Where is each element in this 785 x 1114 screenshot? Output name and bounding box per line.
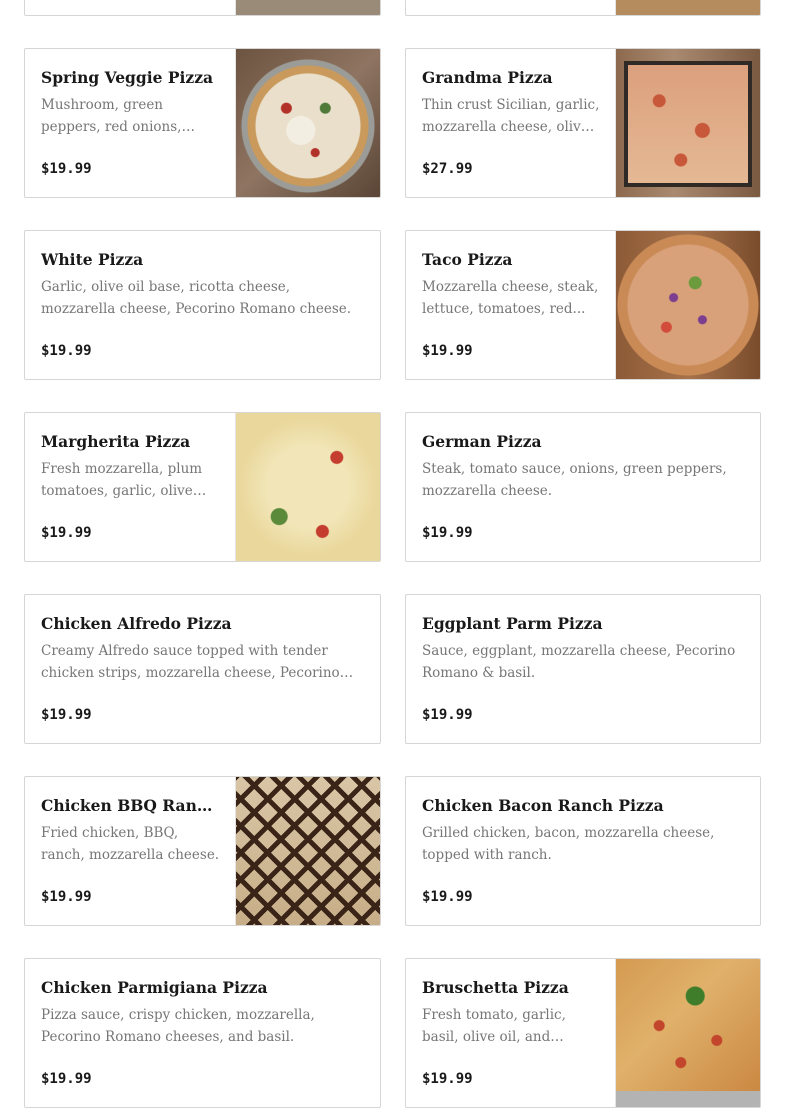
menu-item-margherita-pizza[interactable]: Margherita Pizza Fresh mozzarella, plum …	[24, 412, 381, 562]
item-description: Fresh tomato, garlic, basil, olive oil, …	[422, 1007, 566, 1045]
menu-item-card-partial[interactable]	[405, 0, 761, 16]
item-price: $19.99	[41, 343, 92, 359]
menu-item-eggplant-parm-pizza[interactable]: Eggplant Parm Pizza Sauce, eggplant, moz…	[405, 594, 761, 744]
menu-item-german-pizza[interactable]: German Pizza Steak, tomato sauce, onions…	[405, 412, 761, 562]
item-description: Garlic, olive oil base, ricotta cheese, …	[41, 279, 352, 317]
menu-item-card-partial[interactable]	[24, 0, 381, 16]
pizza-photo	[615, 0, 760, 15]
item-price: $27.99	[422, 161, 473, 177]
item-name: White Pizza	[41, 250, 144, 269]
menu-item-chicken-alfredo-pizza[interactable]: Chicken Alfredo Pizza Creamy Alfredo sau…	[24, 594, 381, 744]
item-name: Chicken Bacon Ranch Pizza	[422, 796, 664, 815]
item-price: $19.99	[422, 889, 473, 905]
item-price: $19.99	[41, 161, 92, 177]
item-description: Mushroom, green peppers, red onions, bla…	[41, 97, 182, 135]
item-description: Fried chicken, BBQ, ranch, mozzarella ch…	[41, 825, 220, 863]
menu-item-chicken-bacon-ranch-pizza[interactable]: Chicken Bacon Ranch Pizza Grilled chicke…	[405, 776, 761, 926]
item-price: $19.99	[422, 707, 473, 723]
menu-item-chicken-bbq-ranch-pizza[interactable]: Chicken BBQ Ranch... Fried chicken, BBQ,…	[24, 776, 381, 926]
taco-pizza-photo	[615, 231, 760, 379]
menu-item-grandma-pizza[interactable]: Grandma Pizza Thin crust Sicilian, garli…	[405, 48, 761, 198]
item-name: Margherita Pizza	[41, 432, 191, 451]
item-description: Thin crust Sicilian, garlic, mozzarella …	[422, 97, 600, 135]
item-name: Chicken Alfredo Pizza	[41, 614, 232, 633]
item-description: Mozzarella cheese, steak, lettuce, tomat…	[422, 279, 599, 317]
item-name: Eggplant Parm Pizza	[422, 614, 603, 633]
item-name: Grandma Pizza	[422, 68, 553, 87]
menu-item-bruschetta-pizza[interactable]: Bruschetta Pizza Fresh tomato, garlic, b…	[405, 958, 761, 1108]
item-price: $19.99	[422, 1071, 473, 1087]
bruschetta-pizza-photo	[615, 959, 760, 1107]
item-description: Fresh mozzarella, plum tomatoes, garlic,…	[41, 461, 203, 499]
item-name: Bruschetta Pizza	[422, 978, 569, 997]
item-description: Steak, tomato sauce, onions, green peppe…	[422, 461, 727, 499]
item-name: Taco Pizza	[422, 250, 513, 269]
item-price: $19.99	[41, 889, 92, 905]
grandma-pizza-photo	[615, 49, 760, 197]
item-description: Sauce, eggplant, mozzarella cheese, Peco…	[422, 643, 736, 681]
item-price: $19.99	[422, 343, 473, 359]
item-price: $19.99	[41, 525, 92, 541]
margherita-pizza-photo	[235, 413, 380, 561]
menu-item-spring-veggie-pizza[interactable]: Spring Veggie Pizza Mushroom, green pepp…	[24, 48, 381, 198]
item-description: Pizza sauce, crispy chicken, mozzarella,…	[41, 1007, 315, 1045]
pizza-photo	[235, 0, 380, 15]
item-name: German Pizza	[422, 432, 542, 451]
item-name: Chicken BBQ Ranch...	[41, 796, 220, 815]
item-price: $19.99	[41, 707, 92, 723]
item-name: Spring Veggie Pizza	[41, 68, 214, 87]
item-price: $19.99	[422, 525, 473, 541]
item-price: $19.99	[41, 1071, 92, 1087]
chicken-bbq-ranch-pizza-photo	[235, 777, 380, 925]
item-description: Creamy Alfredo sauce topped with tender …	[41, 643, 340, 681]
spring-veggie-pizza-photo	[235, 49, 380, 197]
menu-item-chicken-parmigiana-pizza[interactable]: Chicken Parmigiana Pizza Pizza sauce, cr…	[24, 958, 381, 1108]
menu-item-white-pizza[interactable]: White Pizza Garlic, olive oil base, rico…	[24, 230, 381, 380]
menu-item-taco-pizza[interactable]: Taco Pizza Mozzarella cheese, steak, let…	[405, 230, 761, 380]
item-name: Chicken Parmigiana Pizza	[41, 978, 268, 997]
item-description: Grilled chicken, bacon, mozzarella chees…	[422, 825, 715, 863]
